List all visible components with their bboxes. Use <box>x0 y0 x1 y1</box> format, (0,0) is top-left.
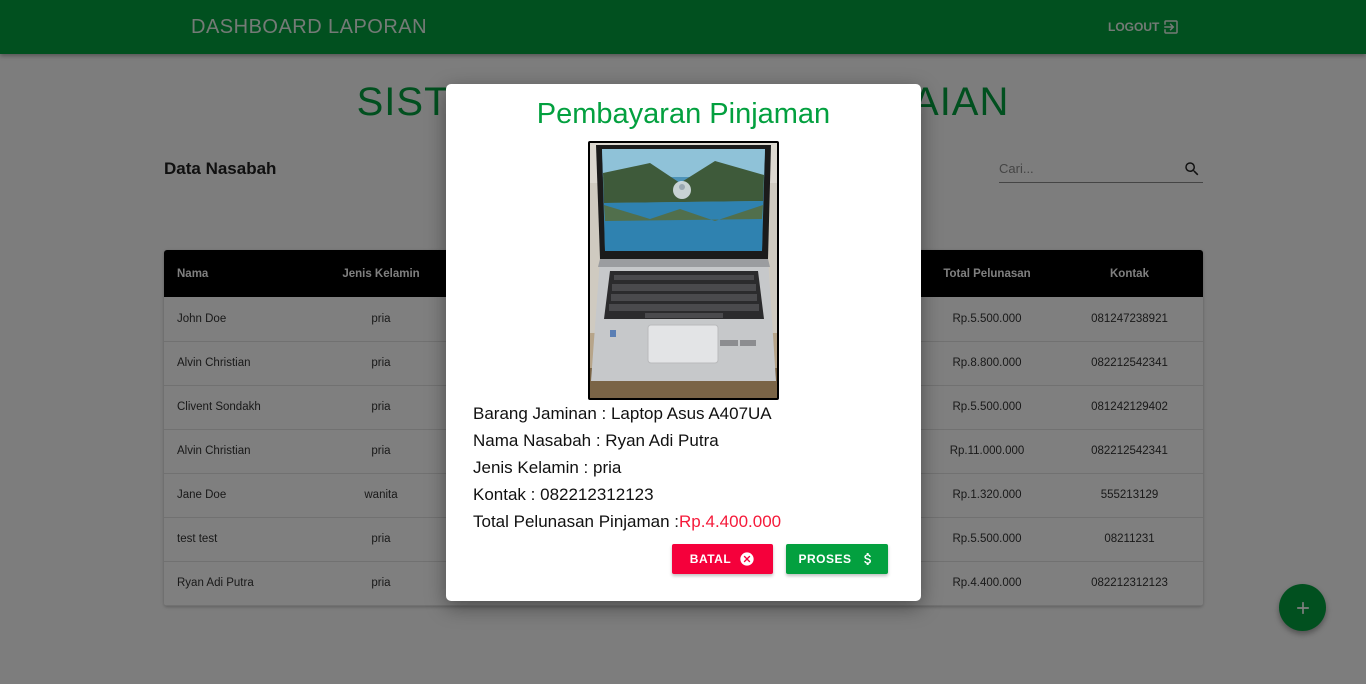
dollar-icon <box>863 553 871 565</box>
kontak-label: Kontak : <box>473 485 541 504</box>
loan-details: Barang Jaminan : Laptop Asus A407UA Nama… <box>473 400 781 535</box>
nama-label: Nama Nasabah : <box>473 431 606 450</box>
process-button[interactable]: PROSES <box>786 544 888 574</box>
kontak-value: 082212312123 <box>540 485 654 504</box>
jk-label: Jenis Kelamin : <box>473 458 593 477</box>
payment-modal: Pembayaran Pinjaman Barang Jaminan: Lap… <box>446 84 921 601</box>
cancel-button[interactable]: BATAL <box>672 544 773 574</box>
detail-nama: Nama Nasabah : Ryan Adi Putra <box>473 427 781 454</box>
nama-value: Ryan Adi Putra <box>605 431 719 450</box>
detail-jk: Jenis Kelamin : pria <box>473 454 781 481</box>
modal-title: Pembayaran Pinjaman <box>536 98 831 130</box>
cancel-label: BATAL <box>689 552 732 566</box>
process-label: PROSES <box>798 552 852 566</box>
total-value: Rp.4.400.000 <box>679 512 782 531</box>
total-label: Total Pelunasan Pinjaman : <box>473 512 680 531</box>
barang-value: Laptop Asus A407UA <box>610 404 772 423</box>
detail-barang: Barang Jaminan : Laptop Asus A407UA <box>473 400 781 427</box>
collateral-photo <box>588 141 779 400</box>
detail-total: Total Pelunasan Pinjaman :Rp.4.400.000 <box>473 508 781 535</box>
jk-value: pria <box>593 458 622 477</box>
detail-kontak: Kontak : 082212312123 <box>473 481 781 508</box>
close-circle-icon <box>740 552 754 566</box>
barang-label: Barang Jaminan : <box>473 404 611 423</box>
